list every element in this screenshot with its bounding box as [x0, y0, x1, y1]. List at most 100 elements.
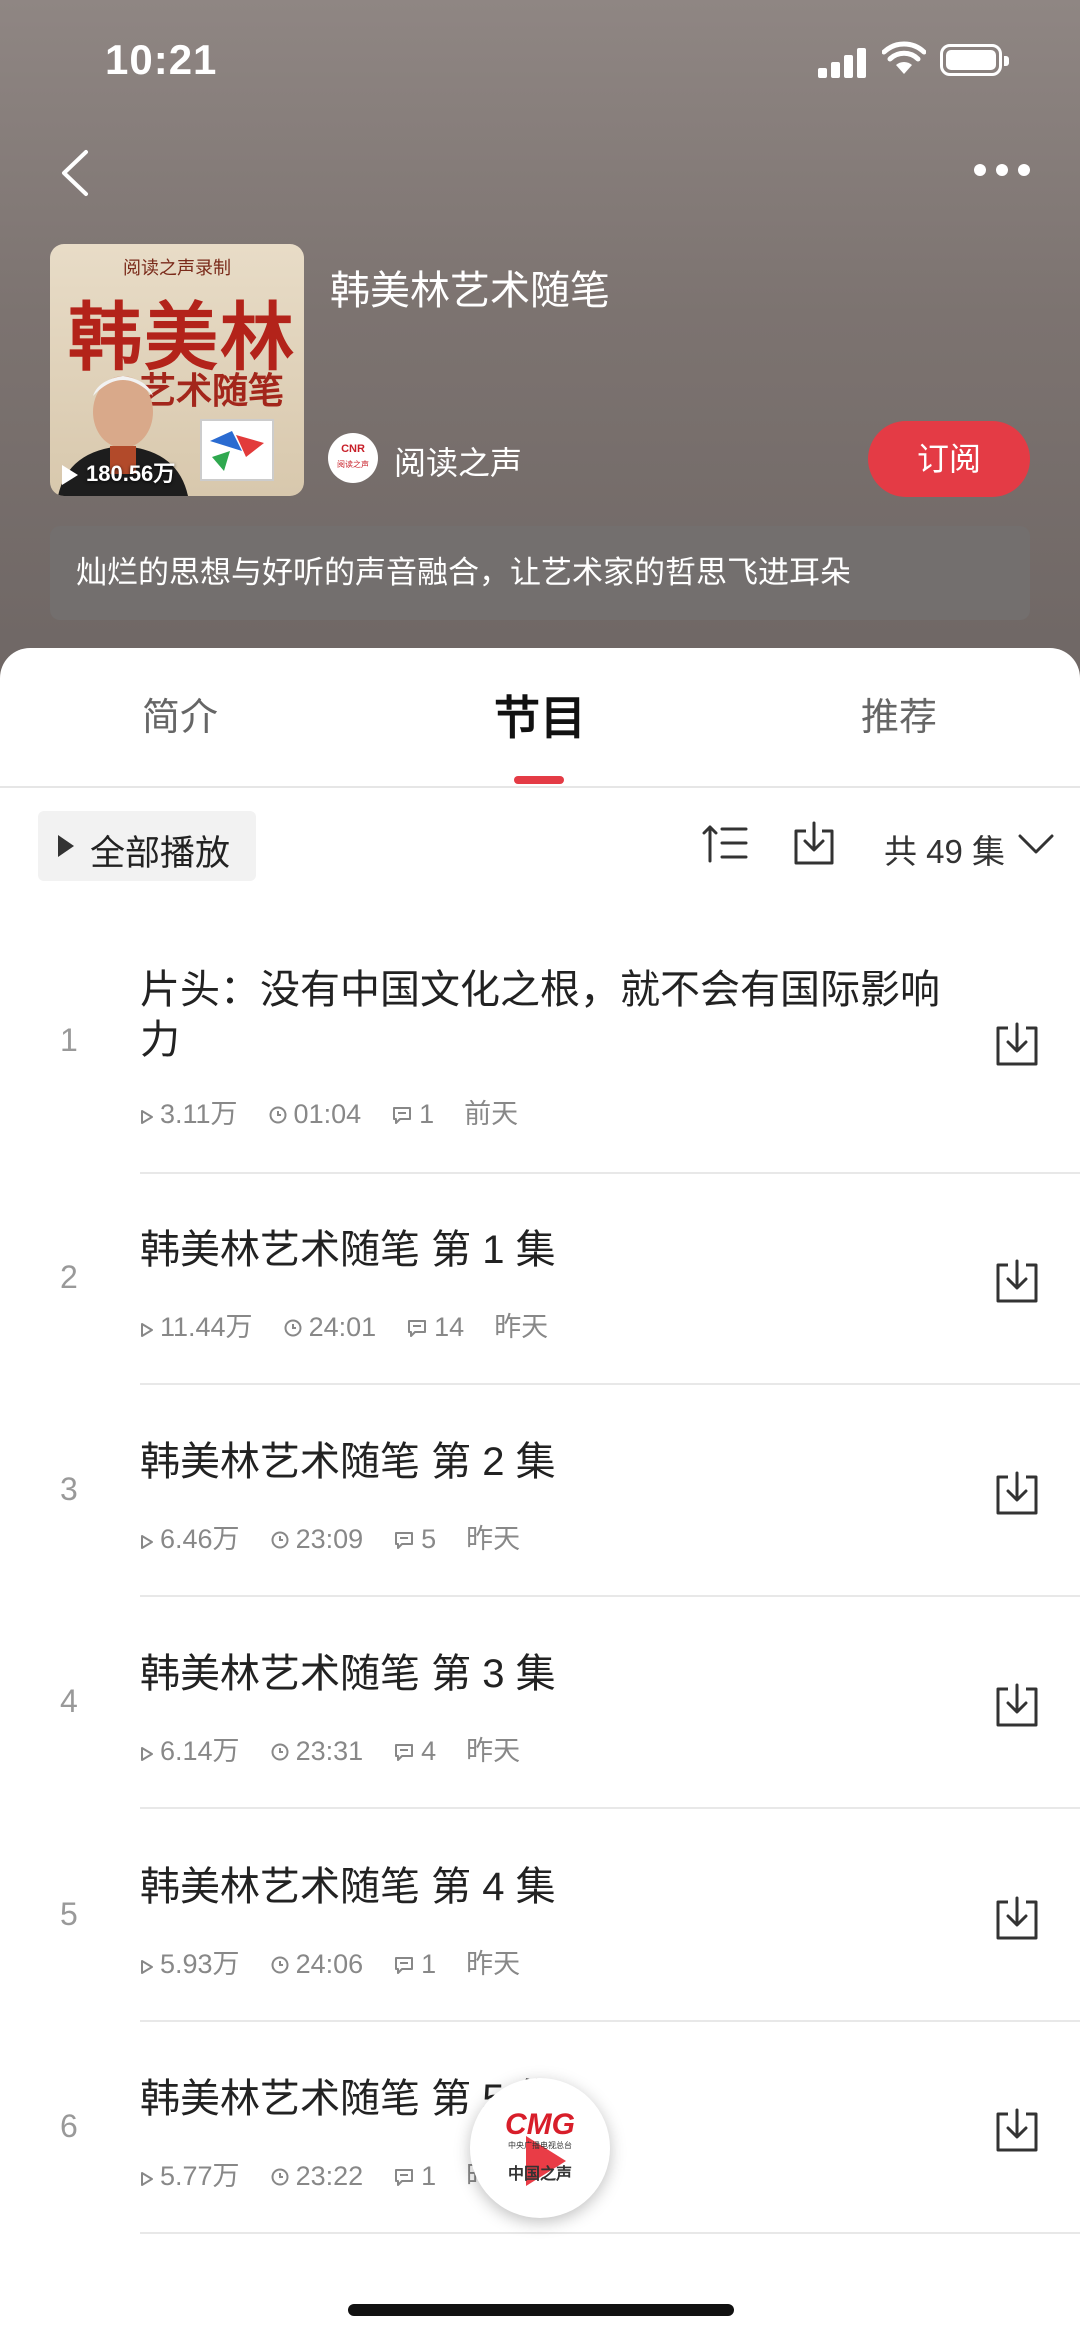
play-icon — [140, 1312, 160, 1342]
duration-text: 24:06 — [295, 1949, 364, 1979]
signal-icon — [818, 44, 868, 78]
episode-meta: 6.14万 23:31 4 昨天 — [140, 1729, 550, 1768]
download-icon[interactable] — [992, 1469, 1042, 1522]
episode-duration: 24:06 — [270, 1949, 364, 1980]
cover-artwork — [200, 419, 274, 481]
cover-top-text: 阅读之声录制 — [123, 258, 231, 278]
episode-duration: 23:31 — [270, 1736, 363, 1767]
status-bar: 10:21 — [0, 0, 1080, 120]
download-all-icon[interactable] — [790, 821, 838, 867]
episode-plays: 6.46万 — [140, 1517, 240, 1556]
row-divider — [140, 2232, 1080, 2234]
row-divider — [140, 1595, 1080, 1597]
tab-indicator — [514, 776, 564, 784]
episode-plays: 11.44万 — [140, 1305, 253, 1344]
clock-icon — [270, 1736, 296, 1766]
episode-row[interactable]: 5 韩美林艺术随笔 第 4 集 5.93万 24:06 1 昨天 — [0, 1862, 1080, 2022]
play-icon — [140, 1099, 160, 1129]
download-icon[interactable] — [992, 1020, 1042, 1073]
album-cover[interactable]: 阅读之声录制 韩美林 艺术随笔 180.56万 — [50, 244, 304, 496]
comment-icon — [393, 2161, 421, 2191]
publisher-logo[interactable]: CNR 阅读之声 — [328, 433, 378, 483]
episode-count: 共 49 集 — [884, 833, 1006, 870]
row-divider — [140, 1172, 1080, 1174]
episode-title[interactable]: 片头：没有中国文化之根，就不会有国际影响力 — [140, 965, 940, 1065]
album-title: 韩美林艺术随笔 — [330, 269, 610, 313]
battery-icon — [940, 44, 1009, 76]
cover-play-count: 180.56万 — [62, 456, 175, 488]
sort-icon[interactable] — [702, 823, 748, 865]
download-icon[interactable] — [992, 2106, 1042, 2159]
episode-row[interactable]: 1 片头：没有中国文化之根，就不会有国际影响力 3.11万 01:04 1 前天 — [0, 965, 1080, 1174]
episode-meta: 5.93万 24:06 1 昨天 — [140, 1942, 550, 1981]
publisher-logo-text: CNR — [341, 443, 365, 455]
comments-text: 14 — [434, 1312, 465, 1342]
album-description: 灿烂的思想与好听的声音融合，让艺术家的哲思飞进耳朵 — [50, 526, 1030, 620]
episode-toolbar: 全部播放 共 49 集 — [0, 811, 1080, 891]
episode-number: 1 — [60, 1022, 78, 1058]
tab-episodes[interactable]: 节目 — [494, 682, 586, 748]
comment-icon — [391, 1099, 419, 1129]
play-icon — [140, 1736, 160, 1766]
episode-row[interactable]: 4 韩美林艺术随笔 第 3 集 6.14万 23:31 4 昨天 — [0, 1649, 1080, 1809]
mini-player[interactable]: CMG 中央广播电视总台 中国之声 — [470, 2078, 610, 2218]
episode-title[interactable]: 韩美林艺术随笔 第 3 集 — [140, 1649, 940, 1699]
subscribe-button[interactable]: 订阅 — [868, 421, 1030, 497]
duration-text: 24:01 — [308, 1312, 377, 1342]
episode-comments: 1 — [391, 1099, 434, 1130]
episode-meta: 11.44万 24:01 14 昨天 — [140, 1305, 578, 1344]
episode-row[interactable]: 2 韩美林艺术随笔 第 1 集 11.44万 24:01 14 昨天 — [0, 1225, 1080, 1385]
episode-meta: 6.46万 23:09 5 昨天 — [140, 1517, 550, 1556]
play-icon — [62, 465, 78, 486]
play-count-text: 180.56万 — [86, 461, 176, 486]
episode-plays: 5.77万 — [140, 2154, 240, 2193]
episode-title[interactable]: 韩美林艺术随笔 第 2 集 — [140, 1437, 940, 1487]
tab-intro[interactable]: 简介 — [142, 686, 218, 741]
episode-number: 3 — [60, 1471, 78, 1507]
more-dots-icon[interactable] — [970, 160, 1034, 180]
plays-text: 3.11万 — [160, 1099, 238, 1129]
comments-text: 4 — [421, 1736, 437, 1766]
comments-text: 1 — [421, 1949, 437, 1979]
comment-icon — [393, 1949, 421, 1979]
episode-duration: 01:04 — [268, 1099, 362, 1130]
player-brand-line1: 中央广播电视总台 — [508, 2141, 572, 2150]
play-all-label: 全部播放 — [90, 834, 231, 873]
play-all-button[interactable]: 全部播放 — [38, 811, 256, 881]
album-header: 10:21 阅读之声录制 韩美林 艺术随笔 180.56万 韩美林艺术随笔 CN… — [0, 0, 1080, 700]
home-indicator — [348, 2304, 734, 2316]
episode-date: 昨天 — [466, 1949, 521, 1979]
episode-title[interactable]: 韩美林艺术随笔 第 4 集 — [140, 1862, 940, 1912]
episode-title[interactable]: 韩美林艺术随笔 第 1 集 — [140, 1225, 940, 1275]
status-time: 10:21 — [105, 36, 218, 83]
download-icon[interactable] — [992, 1894, 1042, 1947]
row-divider — [140, 1807, 1080, 1809]
episode-plays: 6.14万 — [140, 1729, 240, 1768]
episode-date: 前天 — [464, 1099, 519, 1129]
publisher-logo-sub: 阅读之声 — [337, 460, 369, 469]
comments-text: 1 — [421, 2161, 437, 2191]
episode-row[interactable]: 3 韩美林艺术随笔 第 2 集 6.46万 23:09 5 昨天 — [0, 1437, 1080, 1597]
episode-plays: 5.93万 — [140, 1942, 240, 1981]
chevron-down-icon[interactable] — [1018, 833, 1054, 855]
back-icon[interactable] — [56, 148, 96, 198]
play-icon — [58, 835, 74, 857]
download-icon[interactable] — [992, 1257, 1042, 1310]
episode-number: 5 — [60, 1896, 78, 1932]
play-icon — [140, 1949, 160, 1979]
duration-text: 01:04 — [293, 1099, 362, 1129]
episode-comments: 1 — [393, 1949, 436, 1980]
publisher-name[interactable]: 阅读之声 — [394, 438, 522, 484]
episode-date: 昨天 — [466, 1736, 521, 1766]
episode-comments: 14 — [406, 1312, 464, 1343]
download-icon[interactable] — [992, 1681, 1042, 1734]
comments-text: 1 — [419, 1099, 435, 1129]
episode-meta: 3.11万 01:04 1 前天 — [140, 1092, 548, 1131]
plays-text: 6.14万 — [160, 1736, 240, 1766]
tab-recommend[interactable]: 推荐 — [861, 686, 937, 741]
episode-number: 2 — [60, 1259, 78, 1295]
comment-icon — [393, 1524, 421, 1554]
plays-text: 5.77万 — [160, 2161, 240, 2191]
play-icon — [140, 1524, 160, 1554]
episode-plays: 3.11万 — [140, 1092, 238, 1131]
